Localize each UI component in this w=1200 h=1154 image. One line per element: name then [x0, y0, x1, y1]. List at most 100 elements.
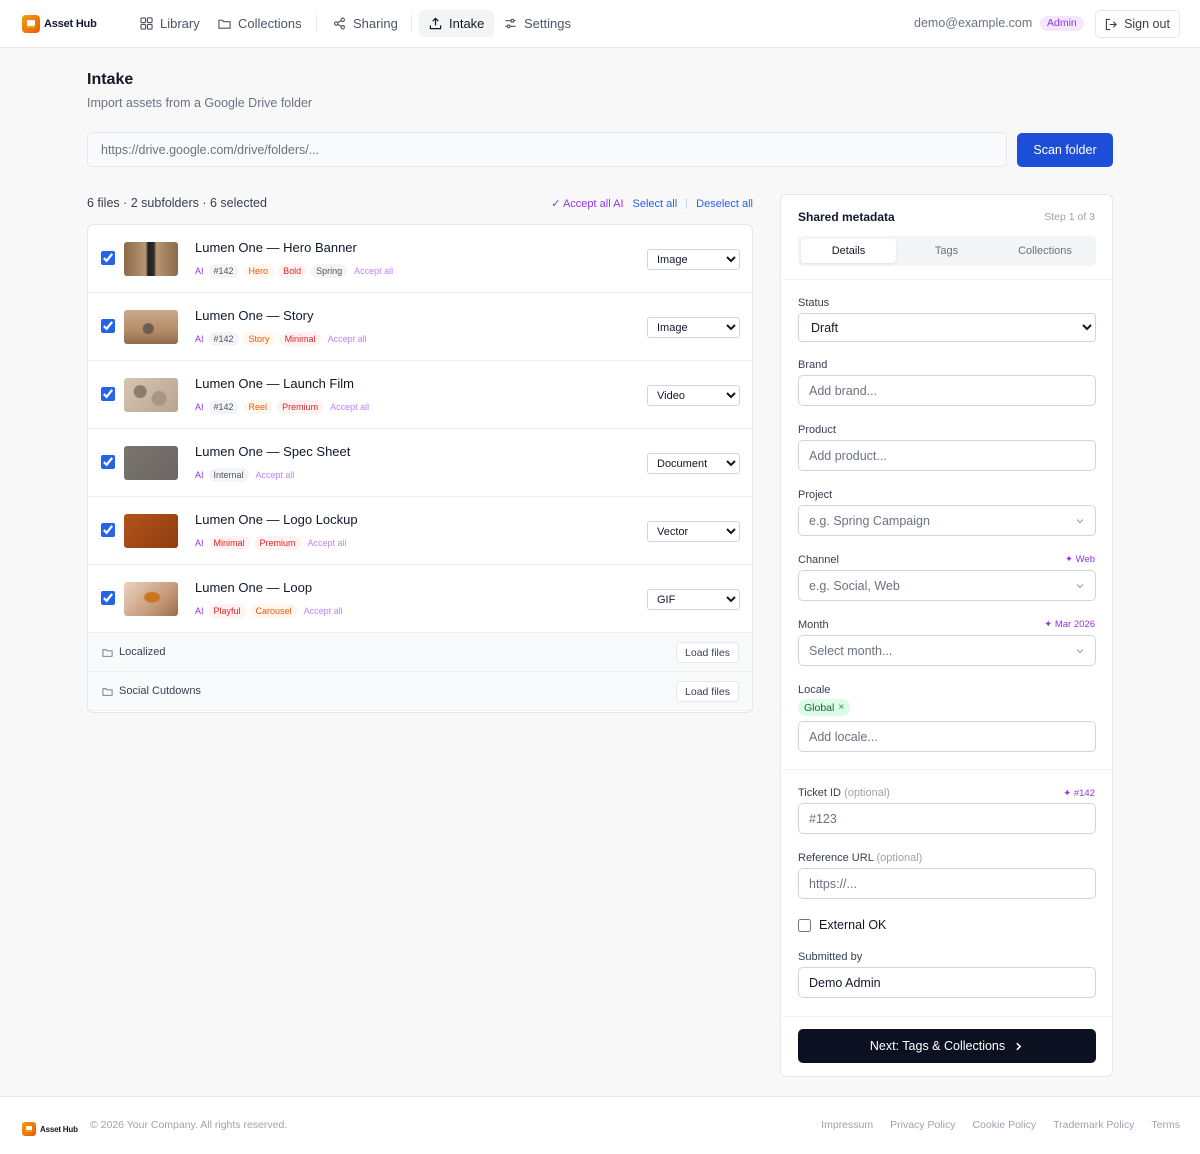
asset-type-select[interactable]: Vector — [647, 521, 740, 542]
footer-link-privacy[interactable]: Privacy Policy — [890, 1119, 955, 1131]
file-row: Lumen One — Hero Banner AI #142 Hero Bol… — [88, 225, 752, 293]
brand-logo-link[interactable]: Asset Hub — [22, 14, 97, 34]
tag-chip[interactable]: #142 — [208, 399, 239, 414]
scan-folder-button[interactable]: Scan folder — [1017, 133, 1113, 167]
footer-link-trademark[interactable]: Trademark Policy — [1053, 1119, 1134, 1131]
deselect-all-link[interactable]: Deselect all — [696, 198, 753, 210]
locale-input[interactable]: Add locale... — [798, 721, 1096, 752]
asset-type-select[interactable]: Document — [647, 453, 740, 474]
footer-link-cookies[interactable]: Cookie Policy — [972, 1119, 1036, 1131]
nav-collections[interactable]: Collections — [208, 10, 312, 37]
file-name: Lumen One — Hero Banner — [195, 240, 357, 255]
subfolder-name: Social Cutdowns — [119, 685, 201, 697]
footer-link-impressum[interactable]: Impressum — [821, 1119, 873, 1131]
asset-type-select[interactable]: Video — [647, 385, 740, 406]
file-thumbnail — [124, 310, 178, 344]
channel-combobox[interactable]: e.g. Social, Web — [798, 570, 1096, 601]
file-checkbox[interactable] — [101, 251, 115, 265]
file-row: Lumen One — Loop AI Playful Carousel Acc… — [88, 565, 752, 633]
logout-icon — [1105, 18, 1117, 30]
tag-chip[interactable]: #142 — [208, 331, 239, 346]
load-files-button[interactable]: Load files — [676, 681, 739, 702]
asset-type-select[interactable]: Image — [647, 249, 740, 270]
ticket-ai-suggestion[interactable]: ✦ #142 — [1063, 788, 1095, 799]
accept-all-link[interactable]: Accept all — [330, 402, 369, 412]
accept-all-link[interactable]: Accept all — [308, 538, 347, 548]
reference-label: Reference URL (optional) — [798, 852, 922, 864]
file-checkbox[interactable] — [101, 591, 115, 605]
role-badge: Admin — [1040, 16, 1084, 31]
tag-chip[interactable]: Spring — [311, 263, 348, 278]
accept-all-ai-link[interactable]: ✓ Accept all AI — [551, 197, 623, 210]
tag-chip[interactable]: Bold — [278, 263, 307, 278]
month-placeholder: Select month... — [809, 643, 893, 658]
file-checkbox[interactable] — [101, 319, 115, 333]
ai-label: AI — [195, 537, 204, 548]
submitted-by-input[interactable]: Demo Admin — [798, 967, 1096, 998]
chevron-down-icon — [1076, 648, 1084, 653]
nav-collections-label: Collections — [238, 16, 302, 31]
file-checkbox[interactable] — [101, 455, 115, 469]
asset-type-select[interactable]: GIF — [647, 589, 740, 610]
month-ai-suggestion[interactable]: ✦ Mar 2026 — [1044, 619, 1095, 630]
accept-all-link[interactable]: Accept all — [256, 470, 295, 480]
drive-url-input[interactable] — [87, 132, 1007, 167]
tag-chip[interactable]: Carousel — [250, 603, 297, 618]
remove-chip-icon[interactable]: × — [838, 702, 844, 713]
nav-intake[interactable]: Intake — [419, 10, 495, 37]
sign-out-button[interactable]: Sign out — [1095, 10, 1180, 38]
month-label: Month — [798, 619, 829, 631]
tag-chip[interactable]: Story — [243, 331, 275, 346]
nav-sharing[interactable]: Sharing — [323, 10, 408, 37]
bulk-actions: ✓ Accept all AI Select all Deselect all — [551, 197, 753, 211]
next-step-button[interactable]: Next: Tags & Collections — [798, 1029, 1096, 1063]
tab-tags[interactable]: Tags — [899, 239, 994, 263]
tab-details[interactable]: Details — [801, 239, 896, 263]
tag-chip[interactable]: Premium — [254, 535, 301, 550]
nav-library[interactable]: Library — [130, 10, 210, 37]
reference-url-input[interactable]: https://... — [798, 868, 1096, 899]
optional-hint: (optional) — [844, 787, 890, 799]
nav-intake-label: Intake — [449, 16, 485, 31]
tag-chip[interactable]: Premium — [277, 399, 324, 414]
accept-all-link[interactable]: Accept all — [328, 334, 367, 344]
load-files-button[interactable]: Load files — [676, 642, 739, 663]
footer-link-terms[interactable]: Terms — [1151, 1119, 1180, 1131]
locale-chip-label: Global — [804, 701, 835, 714]
tag-chip[interactable]: Reel — [243, 399, 273, 414]
file-checkbox[interactable] — [101, 523, 115, 537]
channel-ai-suggestion[interactable]: ✦ Web — [1065, 554, 1095, 565]
page-subtitle: Import assets from a Google Drive folder — [87, 96, 313, 110]
accept-all-link[interactable]: Accept all — [354, 266, 393, 276]
ticket-input[interactable]: #123 — [798, 803, 1096, 834]
project-label: Project — [798, 489, 833, 501]
month-select[interactable]: Select month... — [798, 635, 1096, 666]
footer-brand[interactable]: Asset Hub — [22, 1119, 78, 1139]
tag-chip[interactable]: #142 — [208, 263, 239, 278]
tag-chip[interactable]: Minimal — [208, 535, 250, 550]
chevron-down-icon — [1076, 583, 1084, 588]
nav-sharing-label: Sharing — [353, 16, 398, 31]
tag-chip[interactable]: Minimal — [279, 331, 321, 346]
tag-chip[interactable]: Hero — [243, 263, 274, 278]
file-checkbox[interactable] — [101, 387, 115, 401]
external-ok-checkbox[interactable] — [798, 918, 811, 932]
grid-icon — [140, 17, 153, 30]
divider — [782, 769, 1113, 770]
tab-collections[interactable]: Collections — [997, 239, 1093, 263]
asset-type-select[interactable]: Image — [647, 317, 740, 338]
project-combobox[interactable]: e.g. Spring Campaign — [798, 505, 1096, 536]
brand-input[interactable]: Add brand... — [798, 375, 1096, 406]
tag-chip[interactable]: Internal — [208, 467, 249, 482]
channel-placeholder: e.g. Social, Web — [809, 578, 900, 593]
ai-tags: AI Internal Accept all — [195, 467, 295, 482]
product-input[interactable]: Add product... — [798, 440, 1096, 471]
status-select[interactable]: Draft — [798, 313, 1096, 342]
nav-divider — [316, 15, 317, 32]
accept-all-link[interactable]: Accept all — [304, 606, 343, 616]
tag-chip[interactable]: Playful — [208, 603, 246, 618]
select-all-link[interactable]: Select all — [633, 198, 678, 210]
footer: Asset Hub © 2026 Your Company. All right… — [0, 1096, 1200, 1154]
external-ok-toggle[interactable]: External OK — [798, 918, 886, 932]
nav-settings[interactable]: Settings — [494, 10, 581, 37]
